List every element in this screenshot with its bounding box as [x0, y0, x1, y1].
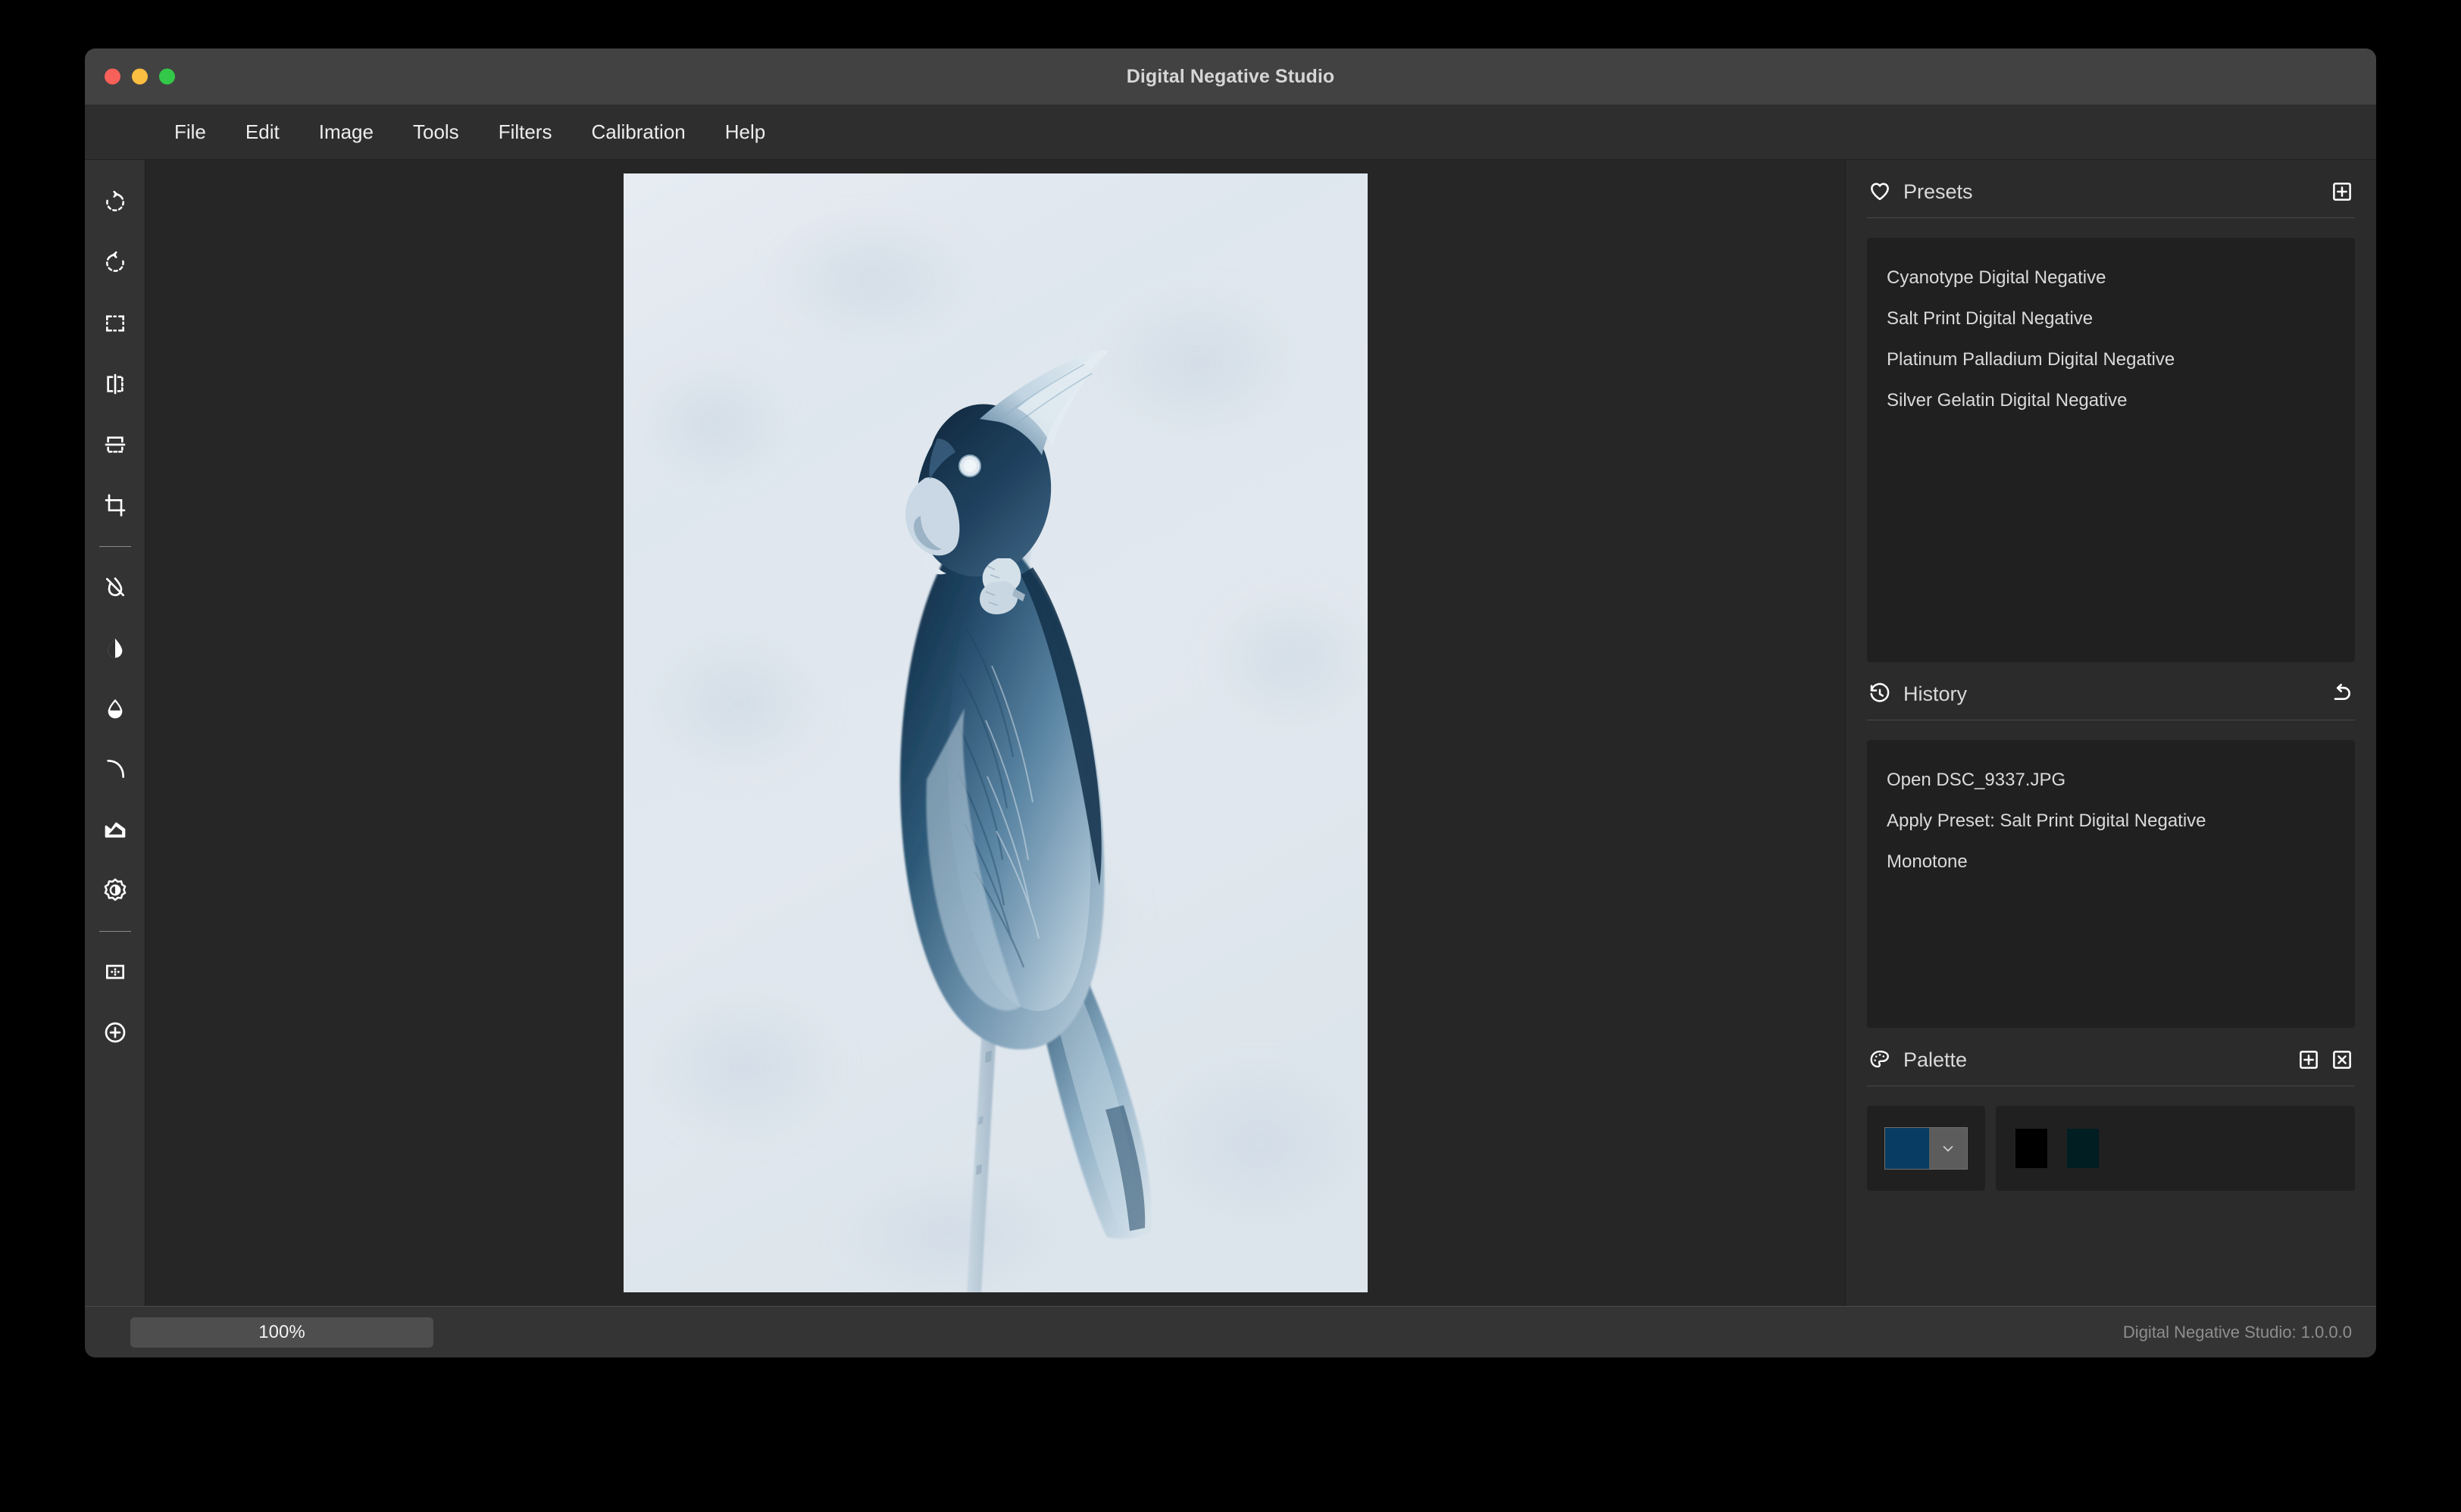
- history-clock-icon: [1868, 683, 1891, 705]
- preset-item-silver-gelatin[interactable]: Silver Gelatin Digital Negative: [1867, 380, 2355, 421]
- contrast-droplet-icon[interactable]: [93, 617, 137, 678]
- menu-image[interactable]: Image: [299, 114, 393, 150]
- desaturate-icon[interactable]: [93, 557, 137, 617]
- maximize-window-button[interactable]: [159, 68, 175, 85]
- preset-item-salt-print[interactable]: Salt Print Digital Negative: [1867, 298, 2355, 339]
- rotate-right-icon[interactable]: [93, 172, 137, 233]
- palette-icon: [1868, 1048, 1891, 1071]
- history-title: History: [1903, 682, 1968, 705]
- cockatoo-cyanotype-graphic: [623, 173, 1368, 1292]
- app-version-label: Digital Negative Studio: 1.0.0.0: [2122, 1322, 2352, 1342]
- presets-divider: [1867, 217, 2355, 218]
- history-item-apply-preset[interactable]: Apply Preset: Salt Print Digital Negativ…: [1867, 801, 2355, 842]
- levels-icon[interactable]: [93, 799, 137, 860]
- menu-bar: File Edit Image Tools Filters Calibratio…: [85, 105, 2376, 160]
- select-marquee-icon[interactable]: [93, 293, 137, 354]
- close-window-button[interactable]: [105, 68, 120, 85]
- remove-color-button[interactable]: [2331, 1048, 2353, 1071]
- toolbar-divider-1: [99, 546, 131, 547]
- window-controls: [105, 68, 175, 85]
- add-preset-button[interactable]: [2331, 180, 2353, 203]
- minimize-window-button[interactable]: [132, 68, 148, 85]
- toolbar-divider-2: [99, 931, 131, 932]
- palette-swatch[interactable]: [2015, 1129, 2047, 1168]
- title-bar: Digital Negative Studio: [85, 48, 2376, 105]
- status-bar: 100% Digital Negative Studio: 1.0.0.0: [85, 1306, 2376, 1357]
- curve-icon[interactable]: [93, 739, 137, 799]
- presets-panel: Presets Cyanotype Digital Negative Salt …: [1846, 160, 2376, 662]
- application-window: Digital Negative Studio File Edit Image …: [85, 48, 2376, 1357]
- current-color-container: [1867, 1106, 1985, 1191]
- presets-title: Presets: [1903, 180, 1973, 203]
- presets-header: Presets: [1846, 160, 2376, 207]
- left-toolbar: [85, 160, 145, 1306]
- menu-filters[interactable]: Filters: [479, 114, 572, 150]
- history-header: History: [1846, 662, 2376, 709]
- palette-panel: Palette: [1846, 1028, 2376, 1191]
- heart-icon: [1868, 180, 1891, 203]
- palette-actions: [2297, 1048, 2353, 1071]
- palette-swatch[interactable]: [2067, 1129, 2099, 1168]
- chevron-down-icon[interactable]: [1929, 1128, 1967, 1169]
- history-item-open-file[interactable]: Open DSC_9337.JPG: [1867, 760, 2355, 801]
- brightness-icon[interactable]: [93, 860, 137, 920]
- saturation-droplet-icon[interactable]: [93, 678, 137, 739]
- menu-help[interactable]: Help: [705, 114, 785, 150]
- window-title: Digital Negative Studio: [1126, 65, 1335, 87]
- add-layer-icon[interactable]: [93, 1002, 137, 1063]
- menu-tools[interactable]: Tools: [393, 114, 479, 150]
- menu-edit[interactable]: Edit: [226, 114, 299, 150]
- current-color-chip[interactable]: [1885, 1128, 1929, 1169]
- palette-body: [1867, 1106, 2355, 1191]
- right-dock: Presets Cyanotype Digital Negative Salt …: [1846, 160, 2376, 1306]
- undo-icon[interactable]: [2329, 682, 2353, 706]
- zoom-level-indicator[interactable]: 100%: [130, 1317, 433, 1348]
- menu-calibration[interactable]: Calibration: [571, 114, 705, 150]
- presets-actions: [2331, 180, 2353, 203]
- grain-icon[interactable]: [93, 942, 137, 1002]
- presets-list: Cyanotype Digital Negative Salt Print Di…: [1867, 238, 2355, 662]
- desktop-background: Digital Negative Studio File Edit Image …: [0, 0, 2461, 1512]
- flip-horizontal-icon[interactable]: [93, 354, 137, 414]
- palette-swatch-list: [1996, 1106, 2355, 1191]
- menu-file[interactable]: File: [155, 114, 226, 150]
- history-panel: History Open DSC_9337.JPG Apply Preset: …: [1846, 662, 2376, 1028]
- palette-title: Palette: [1903, 1048, 1968, 1071]
- image-canvas-area[interactable]: [145, 160, 1846, 1306]
- image-preview[interactable]: [623, 173, 1368, 1292]
- rotate-left-icon[interactable]: [93, 233, 137, 293]
- history-list: Open DSC_9337.JPG Apply Preset: Salt Pri…: [1867, 740, 2355, 1028]
- preset-item-platinum-palladium[interactable]: Platinum Palladium Digital Negative: [1867, 339, 2355, 380]
- window-body: Presets Cyanotype Digital Negative Salt …: [85, 160, 2376, 1306]
- crop-icon[interactable]: [93, 475, 137, 536]
- history-actions: [2329, 682, 2353, 706]
- history-item-monotone[interactable]: Monotone: [1867, 842, 2355, 883]
- flip-vertical-icon[interactable]: [93, 414, 137, 475]
- palette-header: Palette: [1846, 1028, 2376, 1075]
- add-color-button[interactable]: [2297, 1048, 2320, 1071]
- color-picker-combo[interactable]: [1884, 1127, 1968, 1170]
- preset-item-cyanotype[interactable]: Cyanotype Digital Negative: [1867, 258, 2355, 298]
